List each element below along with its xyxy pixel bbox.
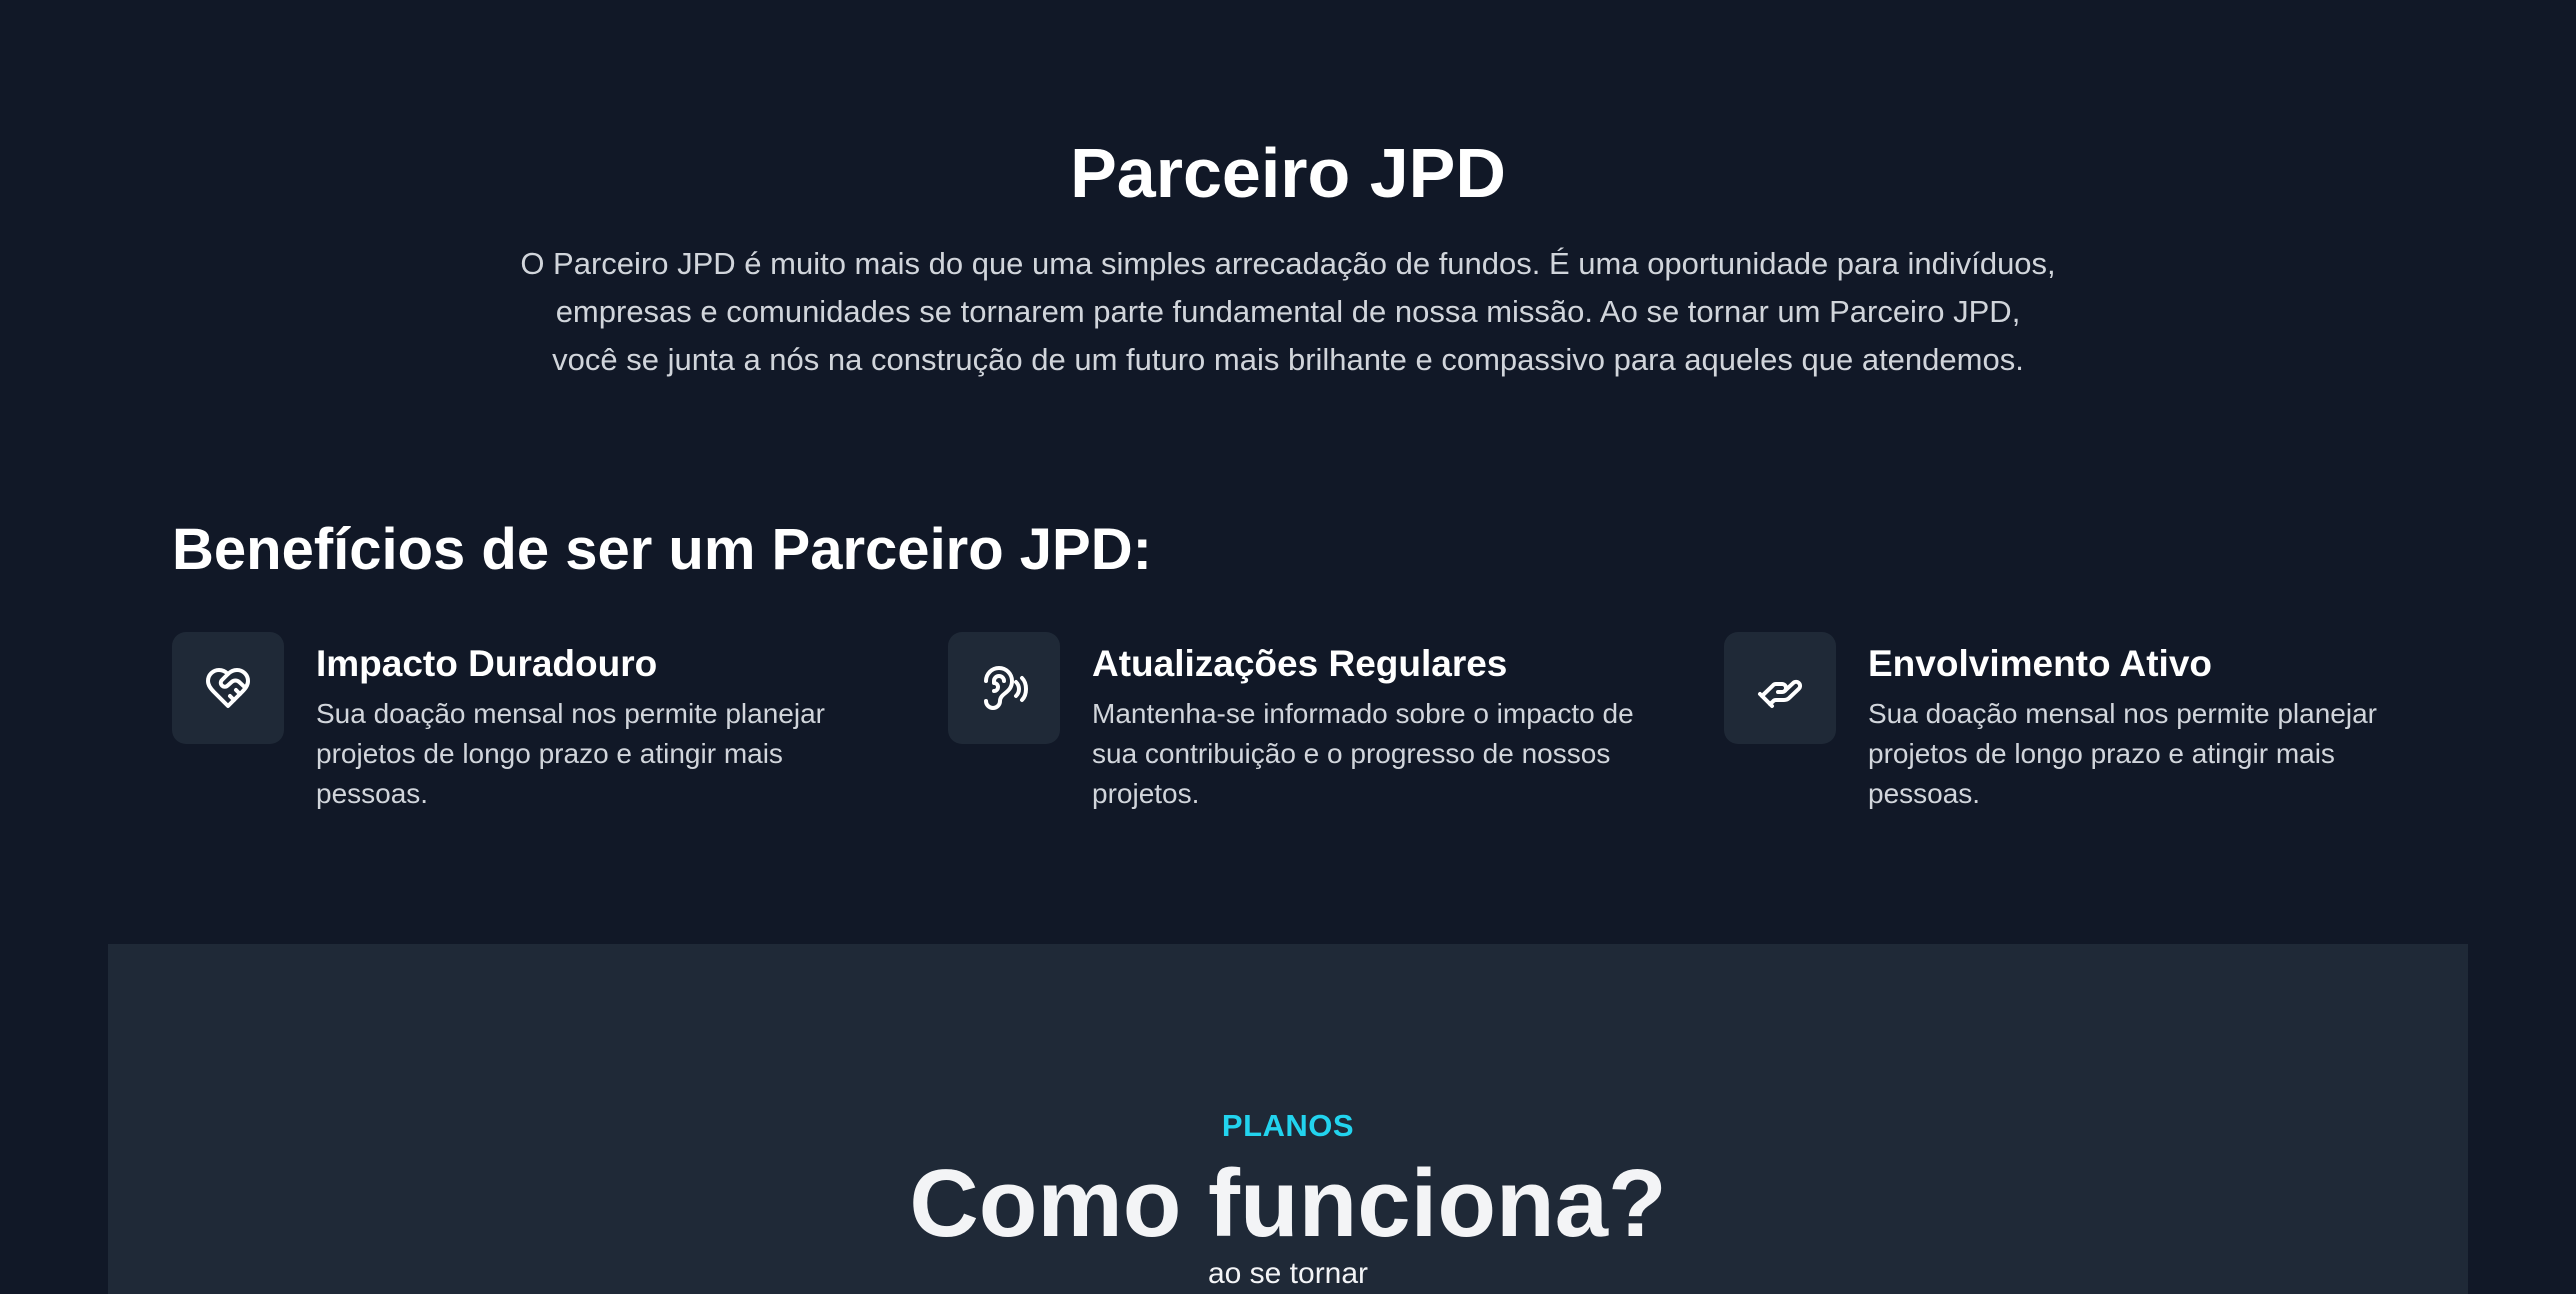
benefit-text: Sua doação mensal nos permite planejar p… <box>316 698 825 809</box>
giving-hand-icon <box>1724 632 1836 744</box>
benefit-text: Sua doação mensal nos permite planejar p… <box>1868 698 2377 809</box>
benefit-title: Envolvimento Ativo <box>1868 643 2213 684</box>
benefit-envolvimento-ativo: Envolvimento Ativo Sua doação mensal nos… <box>1724 632 2444 832</box>
benefits-heading: Benefícios de ser um Parceiro JPD: <box>172 517 1152 582</box>
benefit-impacto-duradouro: Impacto Duradouro Sua doação mensal nos … <box>172 632 892 832</box>
plans-subtitle: ao se tornar <box>1207 1257 1369 1290</box>
speaking-head-icon <box>948 632 1060 744</box>
heart-handshake-icon <box>172 632 284 744</box>
benefit-title: Impacto Duradouro <box>316 643 658 684</box>
page-title: Parceiro JPD <box>1070 134 1506 212</box>
benefit-atualizacoes-regulares: Atualizações Regulares Mantenha-se infor… <box>948 632 1668 832</box>
plans-eyebrow: PLANOS <box>1221 1108 1355 1143</box>
plans-section: PLANOS Como funciona? ao se tornar <box>108 944 2468 1294</box>
benefit-title: Atualizações Regulares <box>1092 643 1508 684</box>
plans-title: Como funciona? <box>909 1150 1667 1257</box>
hero-description: O Parceiro JPD é muito mais do que uma s… <box>520 246 2056 377</box>
benefit-text: Mantenha-se informado sobre o impacto de… <box>1092 698 1634 809</box>
